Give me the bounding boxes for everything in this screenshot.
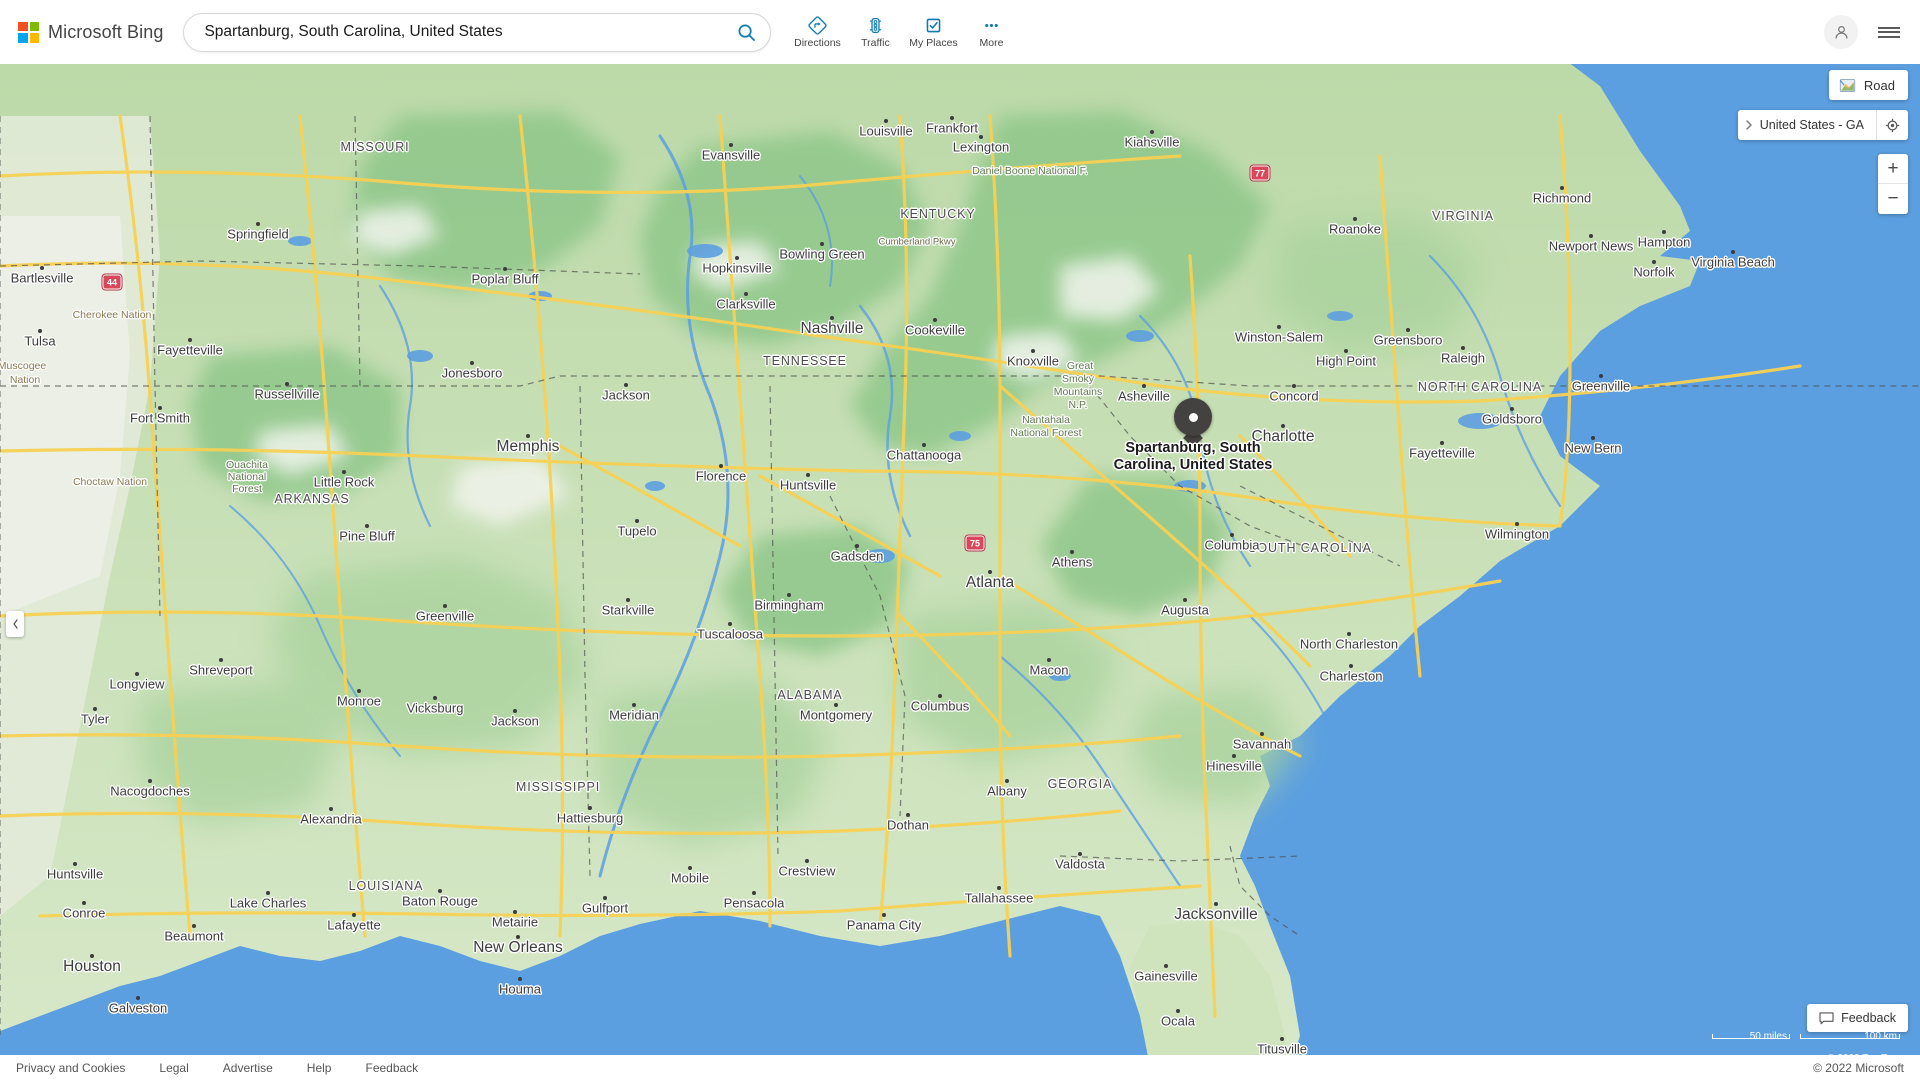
footer-links: Privacy and Cookies Legal Advertise Help Fee…	[16, 1061, 418, 1075]
scale-miles-label: 50 miles	[1749, 1031, 1787, 1042]
scale-km: 100 km	[1800, 1031, 1900, 1048]
map-feedback-label: Feedback	[1841, 1011, 1896, 1025]
hamburger-menu-icon[interactable]	[1872, 15, 1906, 49]
search-input[interactable]	[204, 23, 723, 41]
app-header: Microsoft Bing Directions	[0, 0, 1920, 64]
account-button[interactable]	[1824, 15, 1858, 49]
tool-label: Directions	[794, 36, 841, 49]
account-person-icon	[1834, 25, 1848, 39]
locate-target-icon[interactable]	[1876, 110, 1908, 140]
map-base-graphics	[0, 56, 1920, 1066]
interstate-shield: 77	[1250, 165, 1270, 181]
zoom-in-button[interactable]: +	[1878, 154, 1908, 184]
zoom-controls: + −	[1878, 154, 1908, 214]
map-style-label: Road	[1863, 77, 1895, 93]
traffic-light-icon	[866, 16, 885, 35]
chevron-right-icon[interactable]	[1738, 120, 1760, 130]
tool-more[interactable]: More	[963, 8, 1019, 56]
interstate-shield: 75	[965, 535, 985, 551]
checkbox-icon	[924, 16, 943, 35]
map-scale-bar: 50 miles 100 km	[1712, 1031, 1900, 1048]
ellipsis-icon	[982, 16, 1001, 35]
bing-logo[interactable]: Microsoft Bing	[18, 21, 164, 43]
zoom-out-button[interactable]: −	[1878, 184, 1908, 214]
search-icon	[738, 24, 755, 41]
map-style-button[interactable]: Road	[1828, 70, 1908, 100]
map-toolbar: Directions Traffic My Places More	[789, 8, 1019, 56]
footer-link-0[interactable]: Privacy and Cookies	[16, 1061, 125, 1075]
scale-km-label: 100 km	[1864, 1031, 1897, 1042]
tool-my-places[interactable]: My Places	[905, 8, 961, 56]
scale-miles: 50 miles	[1712, 1031, 1790, 1048]
directions-diamond-icon	[808, 16, 827, 35]
tool-label: My Places	[909, 36, 958, 49]
search-box[interactable]	[183, 12, 772, 52]
map-style-icon	[1839, 78, 1856, 92]
interstate-shield: 44	[102, 274, 122, 290]
map-feedback-button[interactable]: Feedback	[1807, 1004, 1908, 1032]
tool-label: More	[979, 36, 1004, 49]
copyright-text: © 2022 Microsoft	[1813, 1060, 1904, 1075]
header-right-actions	[1824, 0, 1906, 64]
speech-bubble-icon	[1819, 1011, 1834, 1024]
chevron-left-icon	[12, 619, 18, 629]
tool-traffic[interactable]: Traffic	[847, 8, 903, 56]
search-button[interactable]	[722, 14, 770, 51]
panel-collapse-button[interactable]	[6, 611, 24, 637]
region-label: United States - GA	[1759, 118, 1864, 132]
tool-label: Traffic	[861, 36, 890, 49]
footer-link-3[interactable]: Help	[307, 1061, 332, 1075]
microsoft-logo-icon	[18, 21, 39, 43]
footer-link-2[interactable]: Advertise	[223, 1061, 273, 1075]
region-selector[interactable]: United States - GA	[1737, 110, 1908, 140]
tool-directions[interactable]: Directions	[789, 8, 845, 56]
footer-link-1[interactable]: Legal	[159, 1061, 188, 1075]
page-footer: Privacy and Cookies Legal Advertise Help Fee…	[0, 1055, 1920, 1080]
map-viewport[interactable]: KENTUCKY TENNESSEE ARKANSAS MISSOURI VIRGINI…	[0, 56, 1920, 1066]
footer-link-4[interactable]: Feedback	[365, 1061, 418, 1075]
brand-name: Microsoft Bing	[48, 21, 164, 42]
